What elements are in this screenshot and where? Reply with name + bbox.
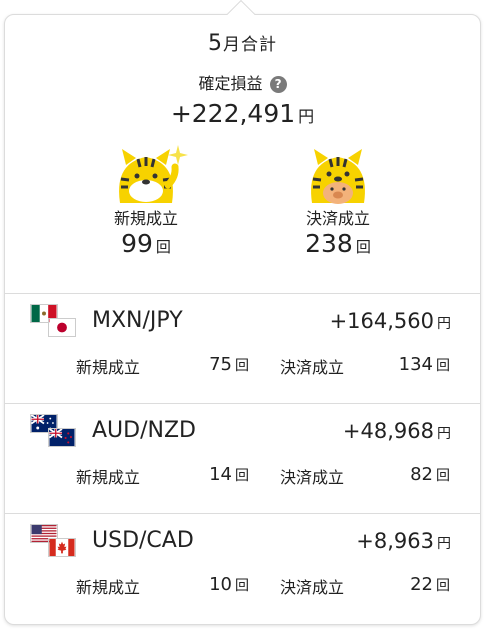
realized-pl-total: +222,491 円 bbox=[0, 99, 485, 128]
pair-name: MXN/JPY bbox=[92, 308, 183, 333]
new-positions-count: 99 回 bbox=[81, 229, 211, 262]
pair-pl: +164,560 円 bbox=[330, 309, 451, 333]
settled-positions-value: 82 bbox=[410, 464, 433, 485]
settled-positions-count: 134 回 bbox=[388, 354, 450, 375]
new-positions-label: 新規成立 bbox=[76, 578, 141, 597]
pair-flags bbox=[30, 524, 82, 562]
pair-pl: +8,963 円 bbox=[356, 529, 451, 553]
month-number: 5 bbox=[208, 31, 223, 56]
new-positions-value: 75 bbox=[209, 354, 232, 375]
new-positions-value: 99 bbox=[121, 229, 153, 258]
settled-positions-label: 決済成立 bbox=[280, 578, 345, 597]
help-icon[interactable]: ? bbox=[269, 76, 287, 93]
count-unit: 回 bbox=[436, 578, 450, 594]
new-positions-count: 10 回 bbox=[194, 574, 249, 595]
new-positions-value: 14 bbox=[209, 464, 232, 485]
count-unit: 回 bbox=[155, 238, 171, 256]
pair-pl-value: +8,963 bbox=[356, 529, 434, 553]
canada-flag-icon bbox=[48, 538, 76, 557]
currency-pair-row[interactable]: MXN/JPY +164,560 円 新規成立 75 回 決済成立 134 回 bbox=[4, 294, 481, 404]
settled-positions-value: 134 bbox=[398, 354, 433, 375]
realized-pl-value: +222,491 bbox=[170, 99, 296, 128]
yen-unit: 円 bbox=[437, 536, 451, 552]
count-unit: 回 bbox=[436, 358, 450, 374]
new-positions-count: 14 回 bbox=[194, 464, 249, 485]
settled-positions-label: 決済成立 bbox=[280, 358, 345, 377]
new-positions-label: 新規成立 bbox=[113, 209, 178, 228]
count-unit: 回 bbox=[235, 468, 249, 484]
currency-pair-row[interactable]: AUD/NZD +48,968 円 新規成立 14 回 決済成立 82 回 bbox=[4, 404, 481, 514]
yen-unit: 円 bbox=[437, 426, 451, 442]
tiger-mascot-sparkle-icon bbox=[119, 145, 188, 203]
pair-pl-value: +48,968 bbox=[342, 419, 434, 443]
new-positions-label: 新規成立 bbox=[76, 468, 141, 487]
pair-flags bbox=[30, 414, 82, 452]
realized-pl-label-row: 確定損益 ? bbox=[0, 70, 485, 94]
settled-positions-label: 決済成立 bbox=[280, 468, 345, 487]
pair-flags bbox=[30, 304, 82, 342]
new-positions-label: 新規成立 bbox=[76, 358, 141, 377]
yen-unit: 円 bbox=[298, 107, 315, 126]
pair-pl: +48,968 円 bbox=[343, 419, 451, 443]
settled-positions-count: 82 回 bbox=[388, 464, 450, 485]
currency-pair-row[interactable]: USD/CAD +8,963 円 新規成立 10 回 決済成立 22 回 bbox=[4, 514, 481, 624]
realized-pl-label: 確定損益 bbox=[198, 74, 263, 93]
count-unit: 回 bbox=[436, 468, 450, 484]
settled-positions-stat: 決済成立 238 回 bbox=[273, 143, 403, 262]
count-unit: 回 bbox=[235, 578, 249, 594]
pair-name: AUD/NZD bbox=[92, 418, 196, 443]
new-positions-stat: 新規成立 99 回 bbox=[81, 143, 211, 262]
settled-positions-count: 22 回 bbox=[388, 574, 450, 595]
japan-flag-icon bbox=[48, 318, 76, 337]
new-positions-value: 10 bbox=[209, 574, 232, 595]
pair-pl-value: +164,560 bbox=[329, 309, 434, 333]
settled-positions-count: 238 回 bbox=[273, 229, 403, 262]
new-positions-count: 75 回 bbox=[194, 354, 249, 375]
settled-positions-value: 22 bbox=[410, 574, 433, 595]
month-title: 5月合計 bbox=[0, 30, 485, 56]
settled-positions-label: 決済成立 bbox=[305, 209, 370, 228]
pair-name: USD/CAD bbox=[92, 528, 194, 553]
month-suffix: 月合計 bbox=[223, 35, 277, 55]
count-unit: 回 bbox=[355, 238, 371, 256]
new-zealand-flag-icon bbox=[48, 428, 76, 447]
yen-unit: 円 bbox=[437, 316, 451, 332]
tiger-mascot-pig-icon bbox=[311, 149, 365, 204]
settled-positions-value: 238 bbox=[305, 229, 353, 258]
count-unit: 回 bbox=[235, 358, 249, 374]
